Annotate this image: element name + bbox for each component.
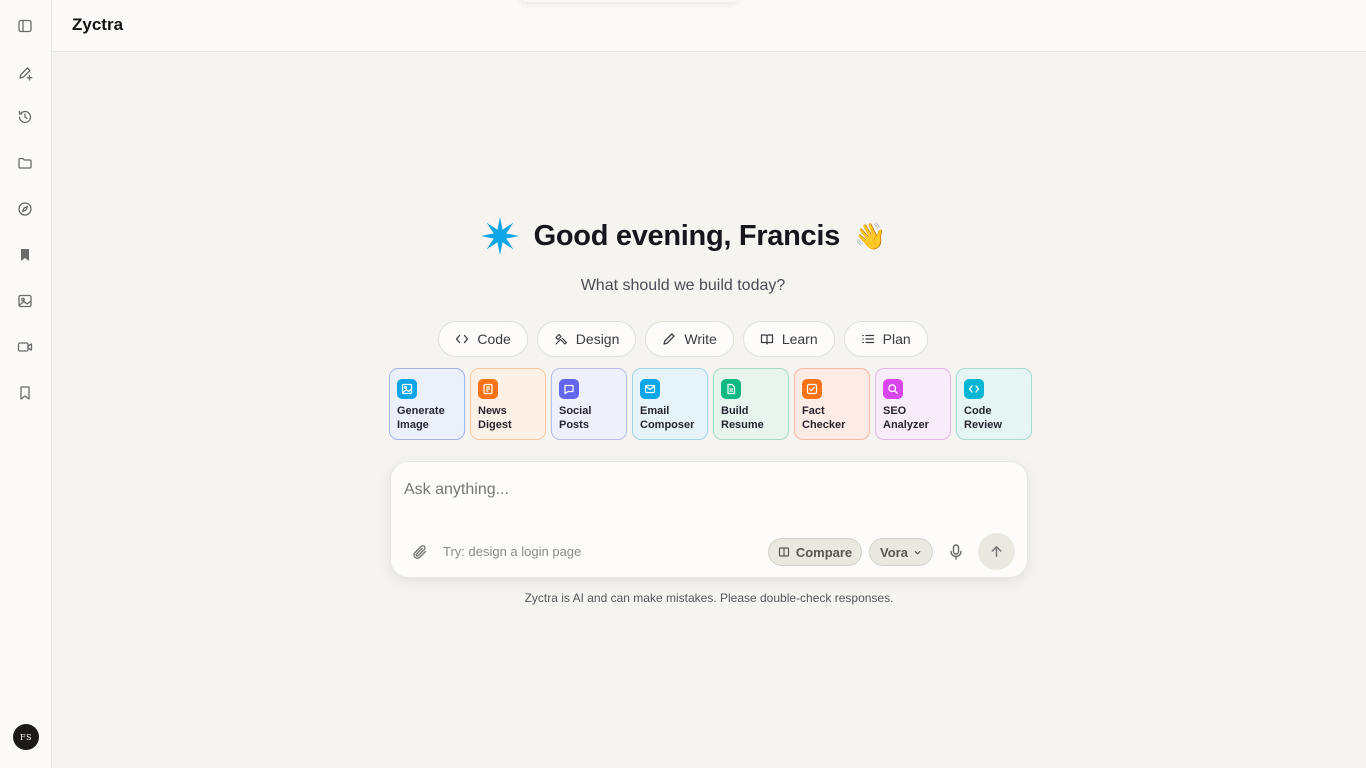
card-icon-bg — [802, 379, 822, 399]
card-icon-bg — [964, 379, 984, 399]
model-select[interactable]: Vora — [869, 538, 933, 566]
history-icon — [18, 110, 32, 124]
book-icon — [760, 334, 773, 345]
mode-chip-plan[interactable]: Plan — [843, 321, 928, 357]
sidebar: FS — [0, 0, 52, 768]
mode-chip-write[interactable]: Write — [645, 321, 734, 357]
card-icon-bg — [883, 379, 903, 399]
tool-card-social-posts[interactable]: Social Posts — [551, 368, 627, 440]
tool-card-build-resume[interactable]: Build Resume — [713, 368, 789, 440]
header: Zyctra — [52, 0, 1366, 52]
tool-card-label: Generate Image — [397, 405, 445, 431]
mode-chip-learn[interactable]: Learn — [742, 321, 835, 357]
tool-card-seo-analyzer[interactable]: SEO Analyzer — [875, 368, 951, 440]
check-square-icon — [806, 383, 818, 395]
mode-chip-label: Plan — [882, 331, 911, 347]
disclaimer: Zyctra is AI and can make mistakes. Plea… — [524, 591, 894, 605]
columns-icon — [778, 547, 789, 557]
chevron-down-icon — [914, 550, 921, 554]
tool-cards: Generate Image News Digest Social Posts Ema… — [389, 368, 1032, 440]
mode-chip-design[interactable]: Design — [536, 321, 637, 357]
list-icon — [861, 334, 874, 344]
card-icon-bg — [559, 379, 579, 399]
paperclip-icon[interactable] — [411, 543, 429, 561]
avatar[interactable]: FS — [13, 724, 39, 750]
code-icon — [968, 385, 980, 393]
new-chat-icon — [19, 67, 33, 81]
send-button[interactable] — [978, 533, 1015, 570]
tool-card-label: Code Review — [964, 405, 1002, 431]
sidebar-icon — [18, 19, 32, 33]
mail-icon — [644, 384, 656, 394]
wave-emoji: 👋 — [853, 220, 887, 251]
tool-card-fact-checker[interactable]: Fact Checker — [794, 368, 870, 440]
tool-card-label: Email Composer — [640, 405, 695, 431]
image-icon — [18, 294, 32, 308]
newspaper-icon — [483, 383, 493, 395]
card-icon-bg — [397, 379, 417, 399]
tool-card-label: Fact Checker — [802, 405, 846, 431]
tool-card-email-composer[interactable]: Email Composer — [632, 368, 708, 440]
document-icon — [727, 383, 736, 395]
new-chat-button[interactable] — [12, 60, 38, 86]
greeting-text: Good evening, Francis — [533, 219, 841, 252]
top-tab-handle — [520, 0, 740, 2]
search-icon — [888, 384, 898, 394]
model-label: Vora — [880, 544, 908, 560]
prompt-input[interactable] — [404, 479, 1004, 501]
history-button[interactable] — [12, 104, 38, 130]
composer: Try: design a login page Compare Vora — [390, 461, 1028, 578]
tool-card-label: Build Resume — [721, 405, 764, 431]
card-icon-bg — [478, 379, 498, 399]
tool-card-label: News Digest — [478, 405, 512, 431]
mode-chip-label: Code — [477, 331, 511, 347]
tool-card-label: SEO Analyzer — [883, 405, 929, 431]
compare-label: Compare — [795, 544, 853, 560]
folder-icon — [18, 157, 32, 169]
chat-icon — [564, 384, 574, 395]
palette-icon — [555, 333, 567, 345]
image-icon — [401, 383, 413, 395]
tool-card-news-digest[interactable]: News Digest — [470, 368, 546, 440]
compare-button[interactable]: Compare — [768, 538, 862, 566]
greeting: Good evening, Francis 👋 — [0, 216, 1366, 256]
app-title: Zyctra — [72, 15, 124, 34]
bookmarks-button[interactable] — [12, 380, 38, 406]
microphone-icon[interactable] — [948, 543, 964, 561]
card-icon-bg — [721, 379, 741, 399]
tool-card-generate-image[interactable]: Generate Image — [389, 368, 465, 440]
folders-button[interactable] — [12, 150, 38, 176]
tool-card-code-review[interactable]: Code Review — [956, 368, 1032, 440]
mode-chip-label: Write — [684, 331, 717, 347]
mode-chip-code[interactable]: Code — [438, 321, 528, 357]
code-icon — [456, 334, 469, 344]
sidebar-toggle-button[interactable] — [12, 13, 38, 39]
pencil-icon — [663, 333, 676, 345]
app-root: FS Zyctra Good evening, Francis 👋 What s… — [0, 0, 1366, 768]
mode-chip-label: Learn — [781, 331, 818, 347]
bookmark-icon — [20, 386, 30, 400]
compass-icon — [18, 202, 32, 216]
card-icon-bg — [640, 379, 660, 399]
sparkle-icon — [480, 217, 519, 255]
mode-chips: Code Design Write Learn Plan — [0, 321, 1366, 357]
arrow-up-icon — [991, 546, 1002, 557]
mode-chip-label: Design — [575, 331, 620, 347]
tool-card-label: Social Posts — [559, 405, 592, 431]
subtitle: What should we build today? — [580, 277, 786, 294]
prompt-hint: Try: design a login page — [443, 544, 582, 559]
